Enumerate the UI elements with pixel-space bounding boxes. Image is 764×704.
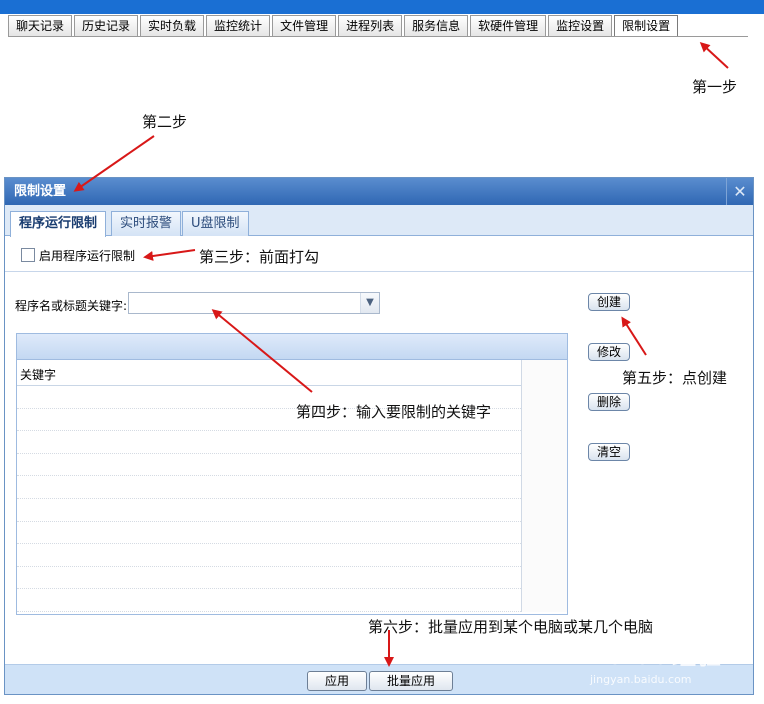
tab-realtime-alarm[interactable]: 实时报警 — [111, 211, 182, 236]
chevron-down-icon[interactable]: ▼ — [360, 293, 379, 313]
enable-restriction-row[interactable]: 启用程序运行限制 — [21, 245, 135, 265]
watermark-url: jingyan.baidu.com — [590, 673, 692, 686]
tab-file-management[interactable]: 文件管理 — [272, 15, 337, 37]
watermark: Baidu经验 jingyan.baidu.com — [590, 636, 730, 696]
table-row[interactable] — [17, 567, 521, 590]
annotation-step6: 第六步：批量应用到某个电脑或某几个电脑 — [368, 618, 654, 636]
close-icon[interactable]: ✕ — [726, 178, 753, 205]
tab-monitor-stats[interactable]: 监控统计 — [206, 15, 271, 37]
tab-realtime-load[interactable]: 实时负载 — [140, 15, 205, 37]
annotation-step2: 第二步 — [142, 113, 188, 131]
dialog-tab-bar: 程序运行限制 实时报警 U盘限制 — [5, 205, 753, 237]
delete-button[interactable]: 删除 — [588, 393, 631, 411]
table-row[interactable] — [17, 454, 521, 477]
grid-toolbar — [17, 334, 567, 360]
create-button[interactable]: 创建 — [588, 293, 631, 311]
tab-history-records[interactable]: 历史记录 — [74, 15, 139, 37]
annotation-step3: 第三步：前面打勾 — [199, 248, 320, 266]
table-row[interactable] — [17, 544, 521, 567]
tab-process-list[interactable]: 进程列表 — [338, 15, 403, 37]
divider — [5, 271, 753, 272]
apply-button[interactable]: 应用 — [307, 671, 367, 691]
watermark-logo: Baidu经验 — [590, 642, 722, 670]
arrow-icon — [699, 41, 729, 69]
dialog-title: 限制设置 — [5, 178, 753, 205]
tab-service-info[interactable]: 服务信息 — [404, 15, 469, 37]
tab-usb-restriction[interactable]: U盘限制 — [182, 211, 249, 236]
keyword-grid: 关键字 — [16, 333, 568, 615]
annotation-step5: 第五步：点创建 — [622, 369, 728, 387]
tab-monitor-settings[interactable]: 监控设置 — [548, 15, 613, 37]
grid-empty-column — [521, 360, 567, 612]
grid-header: 关键字 — [17, 360, 567, 386]
main-tab-bar: 聊天记录 历史记录 实时负载 监控统计 文件管理 进程列表 服务信息 软硬件管理… — [8, 15, 680, 37]
keyword-input[interactable] — [131, 294, 359, 312]
top-strip — [0, 0, 764, 14]
table-row[interactable] — [17, 499, 521, 522]
keyword-combobox[interactable]: ▼ — [128, 292, 380, 314]
tab-hardware-software[interactable]: 软硬件管理 — [470, 15, 547, 37]
table-row[interactable] — [17, 522, 521, 545]
dialog-title-text: 限制设置 — [14, 184, 67, 199]
tab-chat-records[interactable]: 聊天记录 — [8, 15, 73, 37]
tab-restriction-settings[interactable]: 限制设置 — [614, 15, 679, 37]
annotation-step4: 第四步：输入要限制的关键字 — [296, 403, 492, 421]
annotation-step1: 第一步 — [692, 78, 738, 96]
clear-button[interactable]: 清空 — [588, 443, 631, 461]
tab-bar-divider — [8, 36, 748, 37]
column-header-keyword[interactable]: 关键字 — [20, 366, 56, 383]
screen: 聊天记录 历史记录 实时负载 监控统计 文件管理 进程列表 服务信息 软硬件管理… — [0, 0, 764, 704]
enable-restriction-checkbox[interactable] — [21, 248, 35, 262]
batch-apply-button[interactable]: 批量应用 — [369, 671, 453, 691]
keyword-label: 程序名或标题关键字: — [15, 299, 128, 313]
table-row[interactable] — [17, 476, 521, 499]
table-row[interactable] — [17, 431, 521, 454]
modify-button[interactable]: 修改 — [588, 343, 631, 361]
enable-restriction-label: 启用程序运行限制 — [39, 248, 136, 263]
table-row[interactable] — [17, 589, 521, 612]
tab-program-restriction[interactable]: 程序运行限制 — [10, 211, 107, 237]
